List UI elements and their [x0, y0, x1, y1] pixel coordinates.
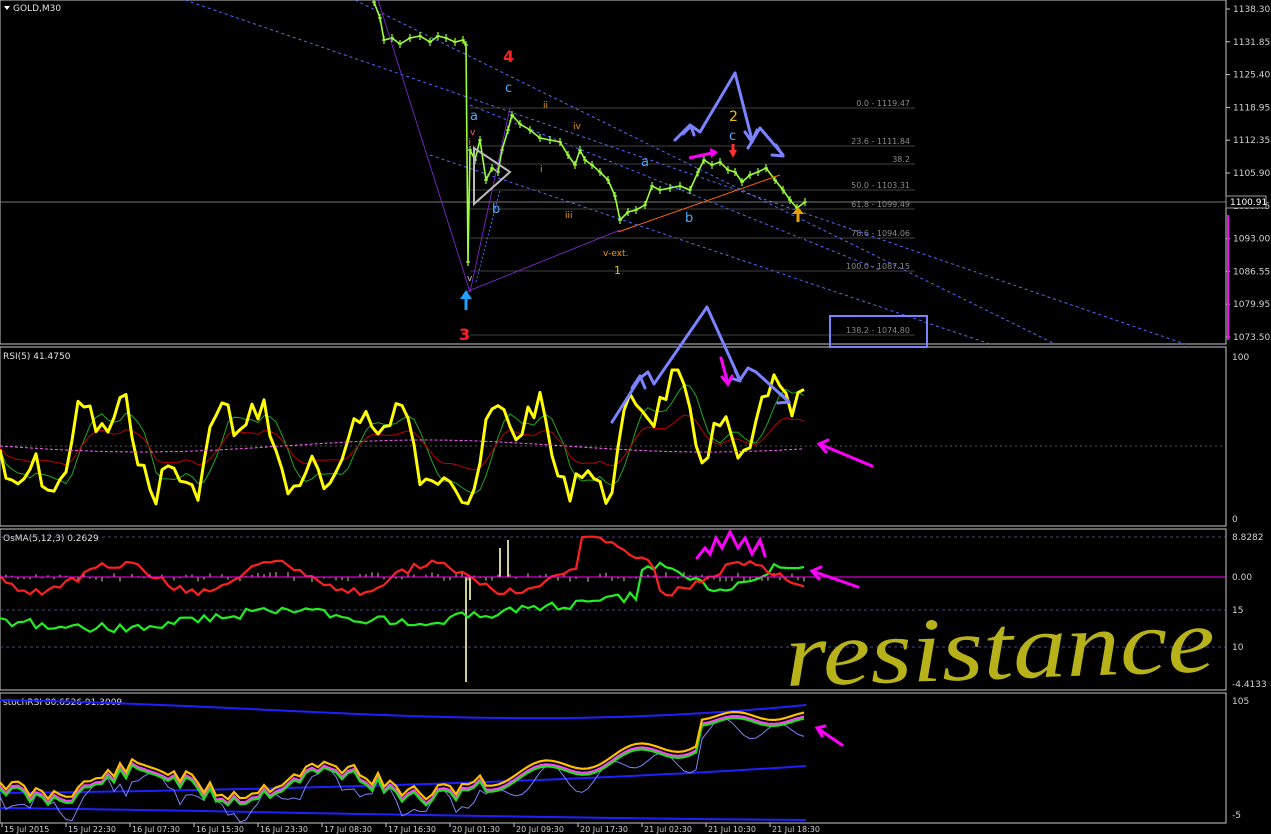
osma-title: OsMA(5,12,3) 0.2629: [3, 534, 99, 544]
wave-label-ii: ii: [543, 101, 548, 111]
wave-label-b: b: [492, 202, 500, 217]
stoch-scale-top: 105: [1232, 697, 1249, 707]
price-tick-label: 1073.50: [1233, 333, 1270, 343]
fib-level-label: 38.2: [892, 155, 910, 164]
wave-label-a: a: [470, 109, 478, 124]
symbol-title: GOLD,M30: [13, 4, 61, 14]
time-tick-label: 17 Jul 08:30: [324, 825, 372, 834]
price-tick-label: 1086.55: [1233, 267, 1270, 277]
wave-label-2: 2: [729, 109, 738, 125]
osma-scale-top: 8.8282: [1232, 533, 1264, 543]
wave-label-c2: c: [729, 129, 736, 144]
fib-level-label: 78.6 - 1094.06: [851, 229, 910, 238]
time-tick-label: 15 Jul 22:30: [68, 825, 116, 834]
price-tick-label: 1093.00: [1233, 235, 1270, 245]
trading-chart[interactable]: 1138.30 1131.85 1125.40 1118.95 1112.35 1105.…: [0, 0, 1271, 834]
time-tick-label: 21 Jul 18:30: [772, 825, 820, 834]
time-axis: 15 Jul 2015 15 Jul 22:30 16 Jul 07:30 16 Ju…: [1, 823, 820, 834]
stoch-scale-bottom: -5: [1232, 811, 1241, 821]
time-tick-label: 20 Jul 09:30: [516, 825, 564, 834]
wave-label-3: 3: [459, 325, 470, 344]
fib-level-label: 50.0 - 1103.31: [851, 181, 910, 190]
wave-label-v-ext: v-ext.: [603, 249, 628, 259]
wave-label-iv: iv: [573, 122, 582, 132]
wave-label-v: v: [470, 128, 476, 138]
main-price-panel[interactable]: [0, 0, 1227, 345]
wave-label-a2: a: [641, 155, 649, 170]
price-tick-label: 1079.95: [1233, 300, 1270, 310]
osma-scale-15: 15: [1232, 606, 1243, 616]
wave-label-1: 1: [614, 264, 621, 277]
time-tick-label: 17 Jul 16:30: [388, 825, 436, 834]
stochrsi-panel[interactable]: [0, 692, 1227, 824]
time-tick-label: 20 Jul 17:30: [580, 825, 628, 834]
price-tick-label: 1125.40: [1233, 71, 1270, 81]
wave-label-4: 4: [503, 47, 514, 66]
wave-label-iii: iii: [565, 211, 573, 221]
rsi-scale-top: 100: [1232, 353, 1249, 363]
rsi-title: RSI(5) 41.4750: [3, 352, 71, 362]
osma-scale-bottom: -4.4133: [1232, 680, 1267, 690]
time-tick-label: 20 Jul 01:30: [452, 825, 500, 834]
price-tick-label: 1105.90: [1233, 169, 1270, 179]
time-tick-label: 16 Jul 23:30: [260, 825, 308, 834]
price-axis: 1138.30 1131.85 1125.40 1118.95 1112.35 1105.…: [1226, 5, 1270, 343]
current-price-value: 1100.91: [1230, 198, 1267, 208]
rsi-scale-bottom: 0: [1232, 515, 1238, 525]
rsi-panel[interactable]: [0, 346, 1227, 527]
fib-level-label: 23.6 - 1111.84: [851, 137, 910, 146]
time-tick-label: 21 Jul 02:30: [644, 825, 692, 834]
time-tick-label: 16 Jul 15:30: [196, 825, 244, 834]
price-tick-label: 1118.95: [1233, 103, 1270, 113]
fib-level-label: 138.2 - 1074.80: [846, 326, 910, 335]
time-tick-label: 15 Jul 2015: [4, 825, 49, 834]
fib-level-label: 100.0 - 1087.15: [846, 262, 910, 271]
price-tick-label: 1138.30: [1233, 5, 1270, 15]
osma-scale-10: 10: [1232, 643, 1244, 653]
wave-label-v-2: v: [467, 274, 473, 284]
time-tick-label: 21 Jul 10:30: [708, 825, 756, 834]
osma-scale-zero: 0.00: [1232, 573, 1252, 583]
wave-label-c: c: [505, 81, 512, 96]
wave-label-b2: b: [685, 211, 693, 226]
wave-label-ii-2: ii: [466, 138, 471, 148]
wave-label-i: i: [540, 165, 543, 175]
fib-level-label: 0.0 - 1119.47: [856, 99, 910, 108]
fib-level-label: 61.8 - 1099.49: [851, 200, 910, 209]
price-tick-label: 1131.85: [1233, 38, 1270, 48]
resistance-annotation: resistance: [783, 589, 1216, 706]
price-tick-label: 1112.35: [1233, 136, 1270, 146]
time-tick-label: 16 Jul 07:30: [132, 825, 180, 834]
